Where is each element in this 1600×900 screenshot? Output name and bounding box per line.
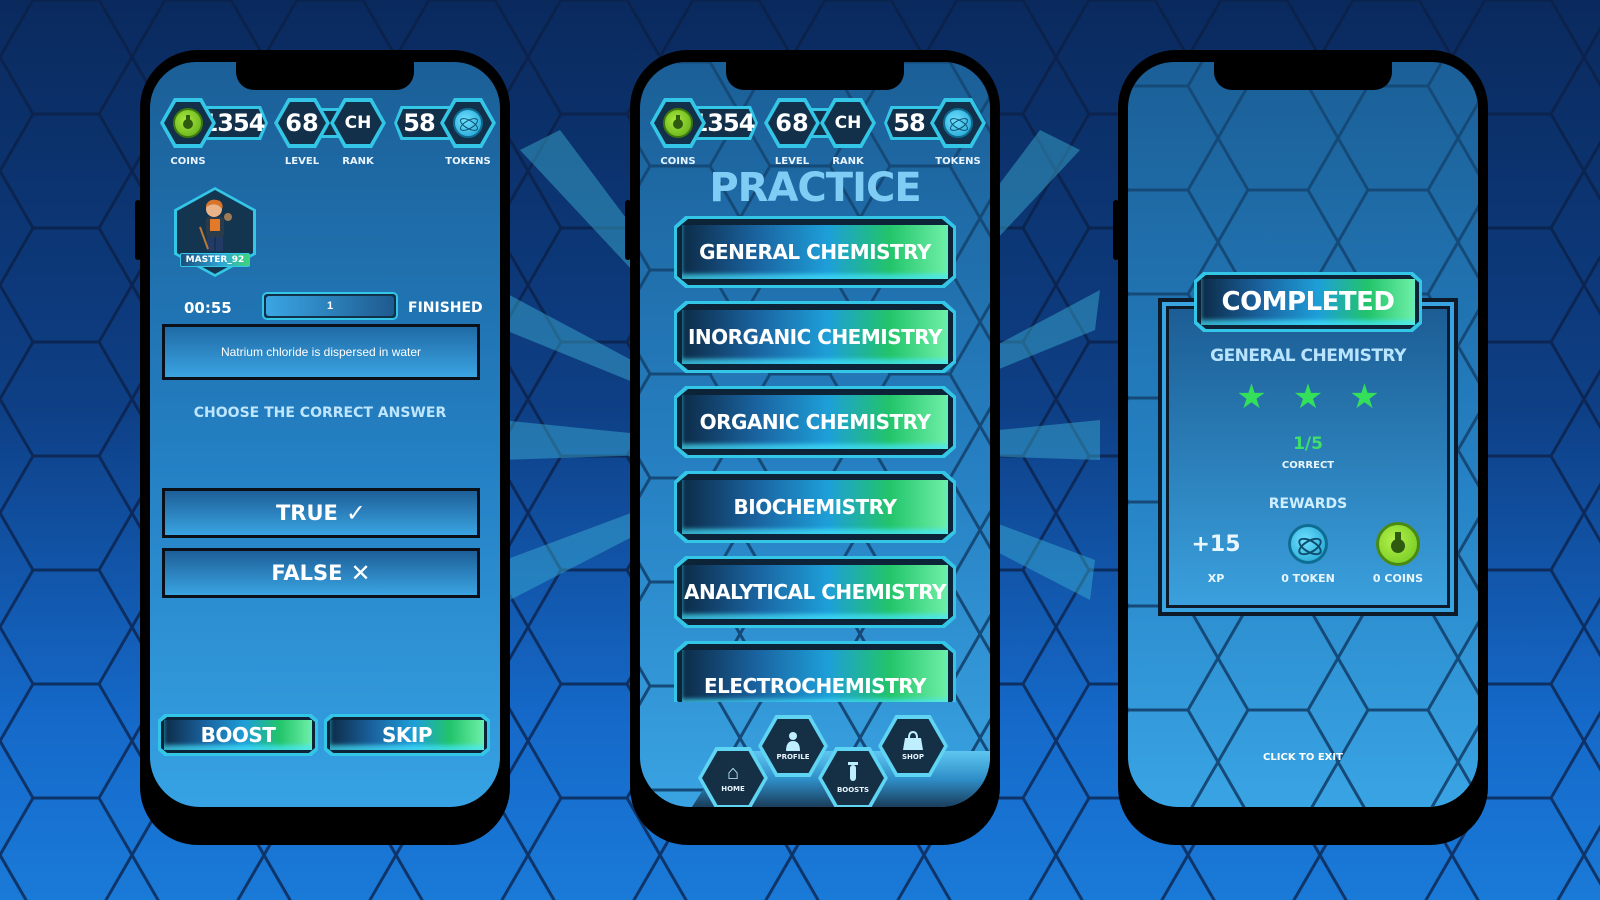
result-subject: GENERAL CHEMISTRY (1210, 346, 1406, 366)
boost-label: BOOST (200, 723, 276, 747)
profile-icon (786, 732, 800, 751)
completed-banner: COMPLETED (1194, 272, 1422, 332)
phone-notch (726, 62, 904, 90)
bottom-nav-bar: ⌂ HOME PROFILE BOOSTS SHOP (680, 707, 990, 807)
countdown-timer: 00:55 (184, 299, 232, 317)
star-rating: ★ ★ ★ (1158, 380, 1458, 414)
question-text: Natrium chloride is dispersed in water (220, 345, 422, 359)
xp-value: +15 (1191, 531, 1241, 557)
xp-label: XP (1207, 572, 1225, 585)
true-answer-button[interactable]: TRUE ✓ (162, 488, 480, 538)
category-list[interactable]: GENERAL CHEMISTRY INORGANIC CHEMISTRY OR… (640, 62, 990, 702)
home-icon: ⌂ (726, 762, 740, 784)
category-organic-chemistry[interactable]: ORGANIC CHEMISTRY (674, 386, 956, 458)
flask-coin-icon (1376, 522, 1420, 566)
shopping-bag-icon (903, 731, 923, 750)
atom-token-icon (1288, 524, 1328, 564)
tokens-badge[interactable] (440, 98, 496, 148)
nav-label: PROFILE (776, 753, 810, 761)
phone-side-button (135, 200, 141, 260)
phone-notch (236, 62, 414, 90)
rank-badge: CH (330, 98, 386, 148)
coins-label: COINS (170, 156, 206, 167)
category-label: BIOCHEMISTRY (733, 495, 897, 519)
test-tube-icon (848, 762, 858, 781)
category-general-chemistry[interactable]: GENERAL CHEMISTRY (674, 216, 956, 288)
quiz-progress-fill: 1 (266, 296, 394, 316)
nav-label: SHOP (902, 753, 924, 761)
category-label: GENERAL CHEMISTRY (699, 240, 931, 264)
category-analytical-chemistry[interactable]: ANALYTICAL CHEMISTRY (674, 556, 956, 628)
category-label: INORGANIC CHEMISTRY (687, 325, 943, 349)
player-avatar[interactable]: MASTER_92 (174, 187, 256, 277)
star-icon: ★ (1349, 378, 1380, 416)
false-answer-button[interactable]: FALSE ✕ (162, 548, 480, 598)
true-label: TRUE (275, 501, 338, 525)
phone-result-screen: COMPLETED GENERAL CHEMISTRY ★ ★ ★ 1/5 CORR… (1113, 50, 1488, 845)
click-to-exit-button[interactable]: CLICK TO EXIT (1128, 752, 1478, 763)
phone-notch (1214, 62, 1392, 90)
skip-button[interactable]: SKIP (324, 714, 490, 756)
nav-label: HOME (721, 785, 745, 793)
phone-side-button (1113, 200, 1119, 260)
star-icon: ★ (1292, 378, 1324, 416)
level-badge: 68 (274, 98, 330, 148)
phone-quiz-screen: 1354 COINS 68 LEVEL CH RANK 58 TOKENS MA… (135, 50, 510, 845)
question-box: Natrium chloride is dispersed in water (162, 324, 480, 380)
category-biochemistry[interactable]: BIOCHEMISTRY (674, 471, 956, 543)
score-label: CORRECT (1281, 460, 1335, 471)
star-icon: ★ (1236, 378, 1267, 416)
scientist-avatar-icon (199, 199, 232, 251)
reward-xp: +15 XP (1176, 522, 1256, 586)
finished-button[interactable]: FINISHED (408, 300, 483, 316)
instruction-text: CHOOSE THE CORRECT ANSWER (193, 405, 447, 421)
rank-label: RANK (342, 156, 374, 167)
quiz-progress-bar: 1 (262, 292, 398, 320)
level-value: 68 (285, 109, 319, 137)
category-inorganic-chemistry[interactable]: INORGANIC CHEMISTRY (674, 301, 956, 373)
reward-coins: 0 COINS (1358, 522, 1438, 585)
result-screen: COMPLETED GENERAL CHEMISTRY ★ ★ ★ 1/5 CORR… (1128, 62, 1478, 807)
false-label: FALSE (271, 561, 343, 585)
tokens-label: TOKENS (445, 156, 491, 167)
quiz-screen: 1354 COINS 68 LEVEL CH RANK 58 TOKENS MA… (150, 62, 500, 807)
atom-token-icon (453, 108, 483, 138)
x-icon: ✕ (350, 559, 371, 587)
category-label: ANALYTICAL CHEMISTRY (683, 580, 947, 604)
reward-token: 0 TOKEN (1268, 522, 1348, 585)
completed-label: COMPLETED (1221, 287, 1395, 317)
username-label: MASTER_92 (180, 253, 250, 267)
rank-value: CH (344, 113, 372, 133)
coin-icon (173, 108, 203, 138)
practice-screen: 1354 COINS 68 LEVEL CH RANK 58 TOKENS PR… (640, 62, 990, 807)
rewards-heading: REWARDS (1268, 496, 1348, 512)
category-label: ORGANIC CHEMISTRY (699, 410, 931, 434)
quiz-progress-count: 1 (326, 300, 334, 312)
category-electrochemistry[interactable]: ELECTROCHEMISTRY (674, 641, 956, 702)
skip-label: SKIP (381, 723, 433, 747)
nav-label: BOOSTS (836, 786, 870, 794)
coins-reward-label: 0 COINS (1372, 572, 1424, 585)
level-label: LEVEL (284, 156, 320, 167)
phone-side-button (625, 200, 631, 260)
boost-button[interactable]: BOOST (158, 714, 318, 756)
coins-badge[interactable] (160, 98, 216, 148)
category-label: ELECTROCHEMISTRY (703, 674, 927, 698)
check-icon: ✓ (345, 499, 366, 527)
top-hud: 1354 COINS 68 LEVEL CH RANK 58 TOKENS (150, 98, 500, 168)
phone-practice-screen: 1354 COINS 68 LEVEL CH RANK 58 TOKENS PR… (625, 50, 1000, 845)
score-value: 1/5 (1293, 434, 1323, 454)
token-reward-label: 0 TOKEN (1281, 572, 1335, 585)
